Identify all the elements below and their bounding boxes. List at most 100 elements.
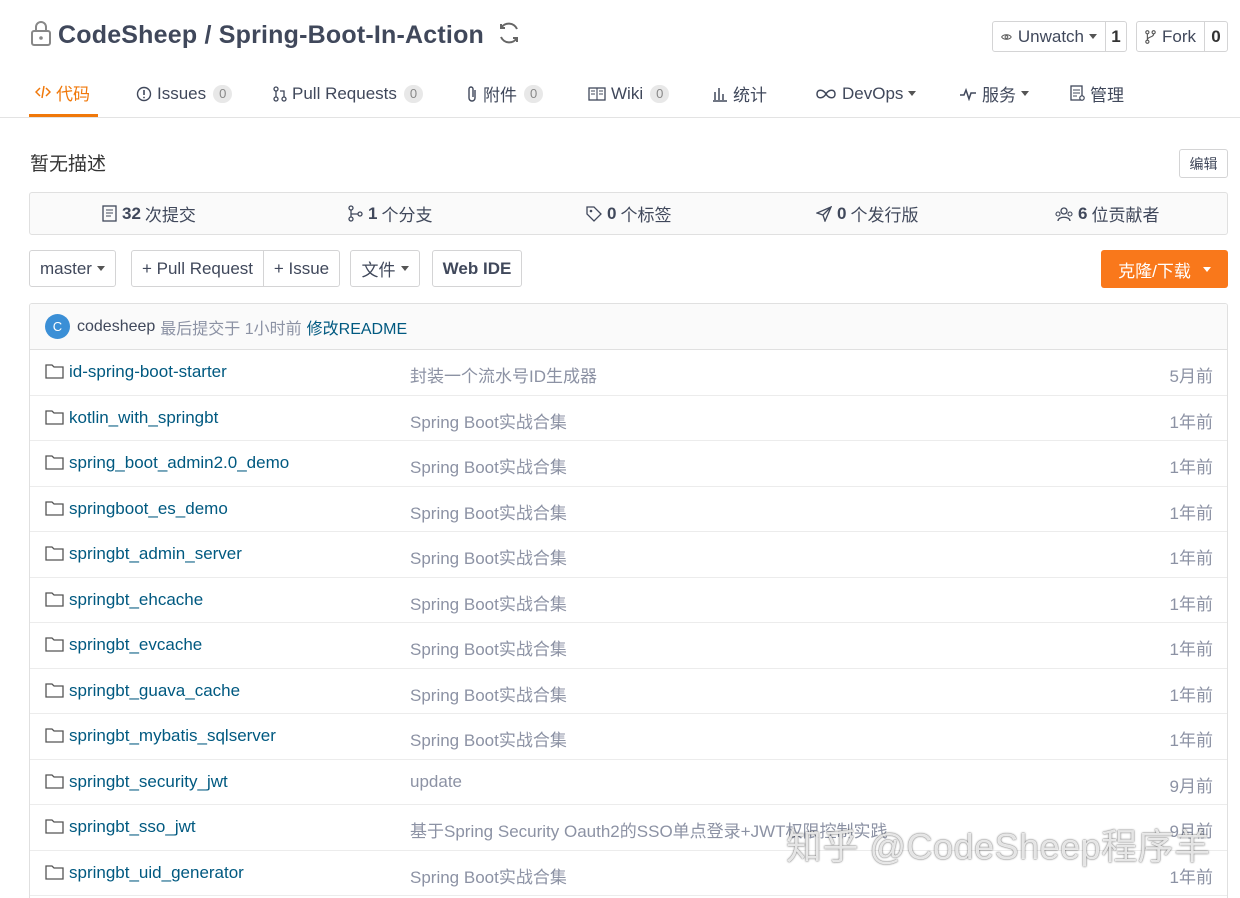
commits-icon [102,205,117,222]
web-ide-button[interactable]: Web IDE [432,250,522,287]
stat-tags[interactable]: 0 个标签 [586,193,671,234]
eye-icon [1001,33,1012,40]
file-commit-time: 5月前 [1169,367,1213,386]
repo-name[interactable]: CodeSheep / Spring-Boot-In-Action [58,21,484,50]
commit-message-link[interactable]: 修改README [307,315,407,339]
stat-releases[interactable]: 0 个发行版 [816,193,918,234]
file-row[interactable]: springbt_guava_cache Spring Boot实战合集 1年前 [30,669,1227,714]
file-menu-button[interactable]: 文件 [350,250,420,287]
chevron-down-icon [400,266,409,271]
chevron-down-icon [1089,34,1097,39]
watermark: 知乎 @CodeSheep程序羊 [786,826,1211,867]
file-commit-time: 1年前 [1169,549,1213,568]
file-row[interactable]: springbt_security_jwt update 9月前 [30,760,1227,805]
file-name-link[interactable]: springbt_guava_cache [69,681,240,701]
folder-icon [45,591,64,612]
last-commit-bar: C codesheep 最后提交于 1小时前 修改README [30,304,1227,350]
avatar[interactable]: C [45,314,70,339]
file-commit-message[interactable]: Spring Boot实战合集 [410,499,567,524]
file-row[interactable]: springbt_ehcache Spring Boot实战合集 1年前 [30,578,1227,623]
file-menu-label: 文件 [361,261,396,280]
file-row[interactable]: springboot_es_demo Spring Boot实战合集 1年前 [30,487,1227,532]
file-commit-message[interactable]: Spring Boot实战合集 [410,590,567,615]
tab-manage[interactable]: 管理 [1070,70,1124,117]
tab-pull-requests[interactable]: Pull Requests 0 [273,70,424,117]
tab-code[interactable]: 代码 [29,70,98,117]
tab-label: 统计 [733,86,767,105]
folder-icon [45,454,64,475]
commits-label: 次提交 [144,206,196,225]
file-list: C codesheep 最后提交于 1小时前 修改README id-sprin… [29,303,1228,898]
file-row[interactable]: kotlin_with_springbt Spring Boot实战合集 1年前 [30,396,1227,441]
sync-icon[interactable] [496,20,522,51]
contributors-label: 位贡献者 [1091,206,1160,225]
folder-icon [45,773,64,794]
tab-issues[interactable]: Issues 0 [136,70,233,117]
stat-commits[interactable]: 32 次提交 [102,193,196,234]
tab-attachments[interactable]: 附件 0 [466,70,544,117]
file-name-link[interactable]: id-spring-boot-starter [69,362,227,382]
file-commit-message[interactable]: Spring Boot实战合集 [410,681,567,706]
stat-branches[interactable]: 1 个分支 [348,193,432,234]
repo-tabs: 代码 Issues 0 Pull Requests 0 附件 0 Wiki 0 统计 D… [0,70,1240,118]
count-badge: 0 [213,84,233,103]
file-commit-message[interactable]: Spring Boot实战合集 [410,453,567,478]
file-commit-message[interactable]: Spring Boot实战合集 [410,726,567,751]
releases-label: 个发行版 [850,206,919,225]
new-issue-button[interactable]: + Issue [263,251,339,286]
issue-icon [136,86,152,101]
commits-count: 32 [122,203,141,223]
folder-icon [45,500,64,521]
clone-download-button[interactable]: 克隆/下载 [1101,250,1228,288]
file-name-link[interactable]: springbt_security_jwt [69,772,228,792]
chevron-down-icon [96,266,105,271]
branch-select[interactable]: master [29,250,116,287]
pulse-icon [960,87,976,101]
file-row[interactable]: springbt_evcache Spring Boot实战合集 1年前 [30,623,1227,669]
commit-author[interactable]: codesheep [77,318,155,336]
file-commit-time: 1年前 [1169,458,1213,477]
tab-label: 管理 [1090,86,1124,105]
file-name-link[interactable]: springbt_evcache [69,635,202,655]
fork-count[interactable]: 0 [1205,22,1227,51]
file-name-link[interactable]: springbt_sso_jwt [69,817,196,837]
file-commit-time: 1年前 [1169,731,1213,750]
tab-services[interactable]: 服务 [959,70,1029,117]
file-name-link[interactable]: kotlin_with_springbt [69,408,218,428]
tab-wiki[interactable]: Wiki 0 [588,70,670,117]
watch-button[interactable]: Unwatch 1 [992,21,1127,52]
file-name-link[interactable]: springbt_admin_server [69,544,242,564]
file-name-link[interactable]: springbt_uid_generator [69,863,244,883]
watch-count[interactable]: 1 [1106,22,1126,51]
fork-icon [1145,29,1156,44]
file-name-link[interactable]: springbt_mybatis_sqlserver [69,726,276,746]
file-name-link[interactable]: springbt_ehcache [69,590,203,610]
fork-button[interactable]: Fork 0 [1136,21,1228,52]
file-commit-message[interactable]: Spring Boot实战合集 [410,635,567,660]
tab-label: 代码 [56,84,90,104]
tab-devops[interactable]: DevOps [815,70,917,117]
pull-request-icon [273,85,287,102]
contributors-count: 6 [1078,203,1088,223]
file-name-link[interactable]: spring_boot_admin2.0_demo [69,453,289,473]
tab-statistics[interactable]: 统计 [712,70,767,117]
new-pull-request-button[interactable]: + Pull Request [132,251,263,286]
file-commit-message[interactable]: 封装一个流水号ID生成器 [410,362,597,387]
file-row[interactable]: springbt_mybatis_sqlserver Spring Boot实战合… [30,714,1227,760]
chevron-down-icon [1021,91,1029,96]
file-commit-message[interactable]: update [410,772,462,792]
infinity-icon [816,89,836,98]
tab-label: DevOps [842,83,904,103]
file-commit-message[interactable]: Spring Boot实战合集 [410,544,567,569]
tab-label: Pull Requests [292,83,397,103]
file-row[interactable]: springbt_admin_server Spring Boot实战合集 1年前 [30,532,1227,578]
folder-icon [45,636,64,657]
file-row[interactable]: id-spring-boot-starter 封装一个流水号ID生成器 5月前 [30,350,1227,396]
file-name-link[interactable]: springboot_es_demo [69,499,228,519]
stat-contributors[interactable]: 6 位贡献者 [1055,193,1159,234]
file-row[interactable]: spring_boot_admin2.0_demo Spring Boot实战合集… [30,441,1227,487]
edit-description-button[interactable]: 编辑 [1179,149,1228,178]
file-commit-message[interactable]: Spring Boot实战合集 [410,863,567,888]
tags-count: 0 [607,203,617,223]
file-commit-message[interactable]: Spring Boot实战合集 [410,408,567,433]
